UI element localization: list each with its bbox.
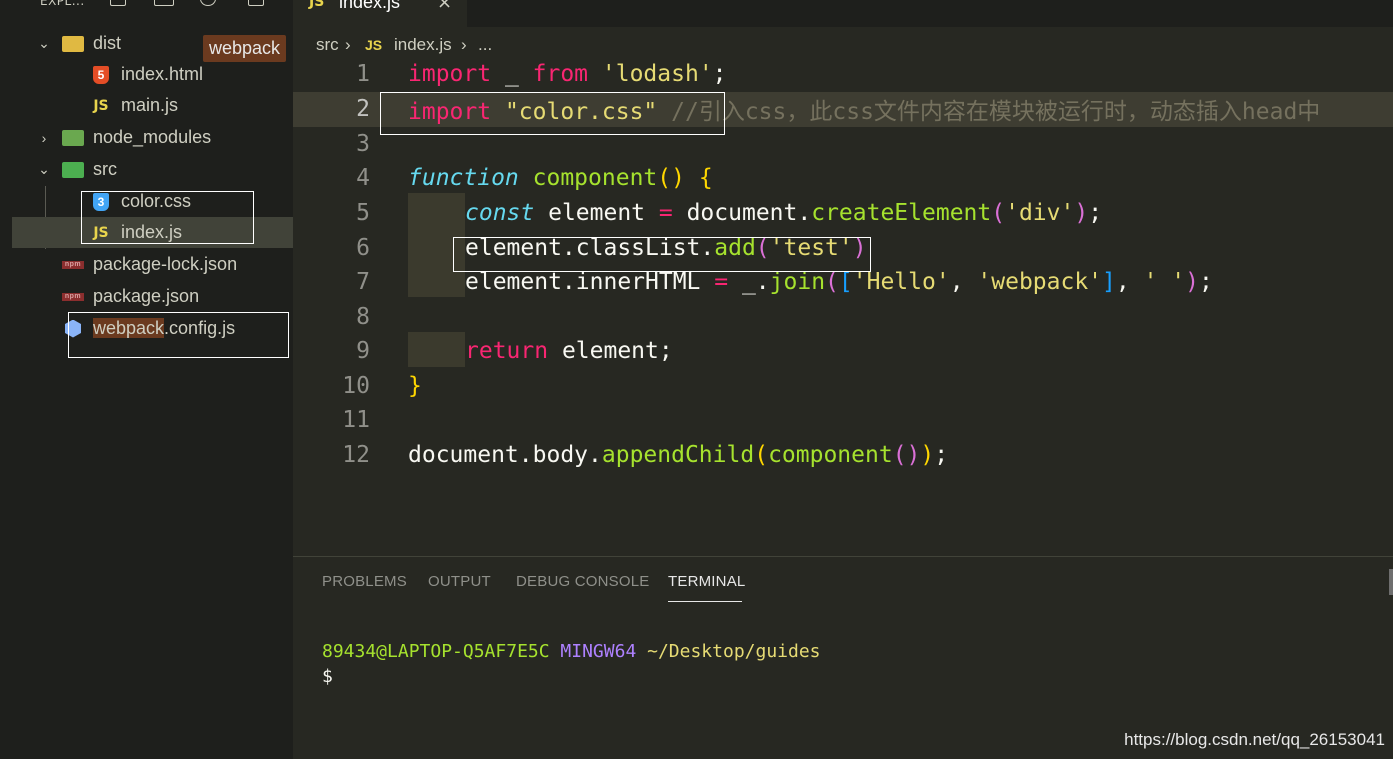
- tree-item-label: src: [93, 159, 117, 179]
- activity-bar: [0, 0, 12, 759]
- js-file-icon: JS: [309, 0, 325, 10]
- code-text: element.classList.add('test'): [465, 235, 867, 262]
- code-line-5: 5 const element = document.createElement…: [293, 196, 1393, 231]
- breadcrumb-more[interactable]: ...: [478, 35, 492, 55]
- line-number: 6: [356, 235, 370, 262]
- code-text: import _ from 'lodash';: [408, 61, 727, 88]
- tab-output[interactable]: OUTPUT: [428, 573, 491, 590]
- npm-file-icon: npm: [62, 260, 84, 269]
- refresh-icon[interactable]: [200, 0, 216, 6]
- code-line-8: 8: [293, 300, 1393, 335]
- search-highlight: webpack: [93, 318, 165, 338]
- tree-item-label-rest: .config.js: [164, 318, 236, 338]
- code-editor[interactable]: 1 import _ from 'lodash'; 2 import "colo…: [293, 61, 1393, 556]
- code-line-3: 3: [293, 127, 1393, 162]
- terminal-prompt-line: 89434@LAPTOP-Q5AF7E5C MINGW64 ~/Desktop/…: [322, 641, 821, 662]
- tab-label: index.js: [339, 0, 401, 12]
- chevron-down-icon: ⌄: [38, 161, 50, 177]
- active-tab-indicator: [668, 601, 742, 602]
- tree-item-webpack-config-js[interactable]: webpack.config.js: [12, 313, 293, 344]
- code-text: }: [408, 373, 422, 400]
- tree-item-package-json[interactable]: npm package.json: [12, 281, 293, 312]
- code-text: const element = document.createElement('…: [465, 200, 1103, 227]
- code-line-6: 6 element.classList.add('test'): [293, 231, 1393, 266]
- line-number: 5: [356, 200, 370, 227]
- breadcrumb-file[interactable]: index.js: [394, 35, 452, 55]
- breadcrumb-src[interactable]: src: [316, 35, 339, 55]
- tree-item-src[interactable]: ⌄ src: [12, 154, 293, 185]
- tree-item-label: color.css: [121, 191, 192, 211]
- css-file-icon: 3: [93, 192, 109, 211]
- chevron-down-icon: ⌄: [38, 35, 50, 51]
- line-number: 9: [356, 338, 370, 365]
- line-number: 12: [342, 442, 370, 469]
- chevron-right-icon: ›: [461, 35, 467, 54]
- code-line-9: 9 return element;: [293, 334, 1393, 369]
- explorer-sidebar: EXPL... ⌄ dist 5 index.html JS main.js ›…: [12, 0, 293, 759]
- tree-item-label: index.js: [121, 222, 183, 242]
- js-file-icon: JS: [365, 37, 383, 53]
- line-number: 11: [342, 407, 370, 434]
- new-file-icon[interactable]: [110, 0, 126, 6]
- chevron-right-icon: ›: [345, 35, 351, 54]
- terminal-input-line[interactable]: $: [322, 666, 333, 687]
- tree-item-index-js[interactable]: JS index.js: [12, 217, 293, 248]
- explorer-header: EXPL...: [12, 0, 293, 12]
- code-line-10: 10 }: [293, 369, 1393, 404]
- code-text: import "color.css" //引入css，此css文件内容在模块被运…: [408, 99, 1321, 126]
- folder-src-icon: [62, 161, 84, 178]
- tree-item-index-html[interactable]: 5 index.html: [12, 59, 293, 90]
- line-number: 7: [356, 269, 370, 296]
- tree-item-label: index.html: [121, 64, 204, 84]
- search-tooltip: webpack: [203, 35, 287, 62]
- explorer-title: EXPL...: [40, 0, 85, 8]
- tab-problems[interactable]: PROBLEMS: [322, 573, 407, 590]
- npm-file-icon: npm: [62, 292, 84, 301]
- line-number: 2: [356, 96, 370, 123]
- line-number: 8: [356, 304, 370, 331]
- code-line-2: 2 import "color.css" //引入css，此css文件内容在模块…: [293, 92, 1393, 127]
- tab-terminal[interactable]: TERMINAL: [668, 573, 745, 590]
- tab-index-js[interactable]: JS index.js ×: [293, 0, 467, 27]
- code-text: element.innerHTML = _.join(['Hello', 'we…: [465, 269, 1213, 296]
- tab-debug-console[interactable]: DEBUG CONSOLE: [516, 573, 649, 590]
- collapse-all-icon[interactable]: [248, 0, 264, 6]
- webpack-file-icon: [65, 319, 81, 338]
- tab-bar: JS index.js ×: [293, 0, 1393, 27]
- watermark: https://blog.csdn.net/qq_26153041: [1124, 730, 1385, 749]
- breadcrumb: src › JS index.js › ...: [293, 27, 1393, 61]
- tree-item-label: main.js: [121, 95, 179, 115]
- tree-item-main-js[interactable]: JS main.js: [12, 90, 293, 121]
- folder-dist-icon: [62, 35, 84, 52]
- chevron-right-icon: ›: [41, 129, 47, 146]
- code-text: function component() {: [408, 165, 713, 192]
- tree-item-label: node_modules: [93, 127, 212, 147]
- line-number: 1: [356, 61, 370, 88]
- tree-item-label: dist: [93, 33, 122, 53]
- tree-item-color-css[interactable]: 3 color.css: [12, 186, 293, 217]
- tree-item-label: package.json: [93, 286, 200, 306]
- code-text: document.body.appendChild(component());: [408, 442, 949, 469]
- code-line-11: 11: [293, 403, 1393, 438]
- code-line-1: 1 import _ from 'lodash';: [293, 57, 1393, 92]
- code-line-12: 12 document.body.appendChild(component()…: [293, 438, 1393, 473]
- js-file-icon: JS: [93, 224, 109, 241]
- panel-scrollbar[interactable]: [1389, 569, 1393, 595]
- folder-node-modules-icon: [62, 129, 84, 146]
- line-number: 3: [356, 131, 370, 158]
- bottom-panel: PROBLEMS OUTPUT DEBUG CONSOLE TERMINAL 8…: [293, 556, 1393, 759]
- tree-item-label: webpack.config.js: [93, 318, 235, 339]
- line-number: 10: [342, 373, 370, 400]
- js-file-icon: JS: [93, 97, 109, 114]
- tree-item-package-lock-json[interactable]: npm package-lock.json: [12, 249, 293, 280]
- line-number: 4: [356, 165, 370, 192]
- code-line-4: 4 function component() {: [293, 161, 1393, 196]
- tree-item-label: package-lock.json: [93, 254, 238, 274]
- code-text: return element;: [465, 338, 673, 365]
- code-line-7: 7 element.innerHTML = _.join(['Hello', '…: [293, 265, 1393, 300]
- html-file-icon: 5: [93, 65, 109, 84]
- tree-item-node-modules[interactable]: › node_modules: [12, 122, 293, 153]
- close-icon[interactable]: ×: [437, 0, 452, 13]
- new-folder-icon[interactable]: [154, 0, 174, 6]
